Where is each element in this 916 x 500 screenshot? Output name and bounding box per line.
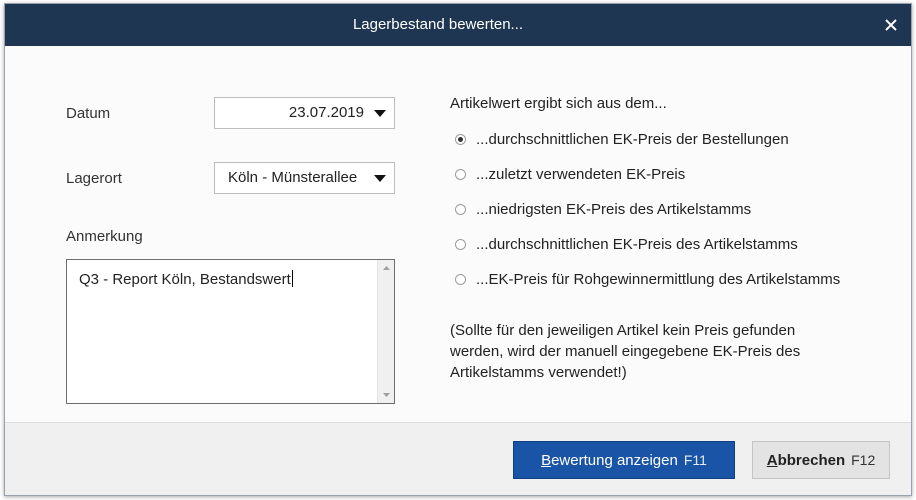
lagerort-label: Lagerort (66, 170, 122, 187)
scroll-up-icon (382, 266, 390, 270)
radio-option-label: ...zuletzt verwendeten EK-Preis (476, 165, 686, 183)
options-heading: Artikelwert ergibt sich aus dem... (450, 95, 667, 112)
caret-down-icon (374, 109, 386, 117)
scroll-up-button[interactable] (378, 260, 394, 276)
shortcut-key: F12 (851, 452, 876, 468)
memo-scrollbar[interactable] (377, 260, 394, 403)
dialog-title: Lagerbestand bewerten... (352, 16, 524, 33)
radio-button[interactable] (455, 168, 466, 180)
datum-dropdown[interactable]: 23.07.2019 (214, 97, 395, 129)
radio-option-2[interactable]: ...zuletzt verwendeten EK-Preis (455, 163, 685, 185)
dialog: Lagerbestand bewerten... Datum 23.07.201… (4, 3, 912, 496)
datum-dropdown-arrow[interactable] (366, 98, 394, 128)
lagerort-value: Köln - Münsterallee (228, 169, 358, 186)
title-bar: Lagerbestand bewerten... (5, 4, 911, 46)
mnemonic-letter: A (766, 451, 778, 469)
button-label: ewertung anzeigen (551, 451, 678, 469)
lagerort-dropdown[interactable]: Köln - Münsterallee (214, 162, 395, 194)
radio-button[interactable] (455, 238, 466, 250)
text-caret (291, 270, 293, 287)
radio-option-label: ...durchschnittlichen EK-Preis der Beste… (476, 130, 789, 148)
close-icon (885, 19, 897, 31)
radio-button[interactable] (455, 273, 466, 285)
radio-option-1[interactable]: ...durchschnittlichen EK-Preis der Beste… (455, 128, 789, 150)
radio-button[interactable] (455, 203, 466, 215)
dialog-footer: Bewertung anzeigen F11 Abbrechen F12 (5, 422, 911, 495)
abbrechen-button[interactable]: Abbrechen F12 (752, 441, 890, 479)
radio-button-checked[interactable] (455, 133, 466, 145)
anmerkung-label: Anmerkung (66, 228, 143, 245)
button-label: bbrechen (777, 451, 846, 469)
lagerort-dropdown-arrow[interactable] (366, 163, 394, 193)
scroll-down-icon (382, 393, 390, 397)
anmerkung-text: Q3 - Report Köln, Bestandswert (79, 270, 293, 288)
radio-option-3[interactable]: ...niedrigsten EK-Preis des Artikelstamm… (455, 198, 751, 220)
mnemonic-letter: B (541, 451, 552, 469)
close-button[interactable] (871, 4, 911, 46)
scroll-down-button[interactable] (378, 387, 394, 403)
bewertung-anzeigen-button[interactable]: Bewertung anzeigen F11 (513, 441, 735, 479)
radio-option-5[interactable]: ...EK-Preis für Rohgewinnermittlung des … (455, 268, 840, 290)
caret-down-icon (374, 174, 386, 182)
datum-value: 23.07.2019 (288, 104, 364, 121)
anmerkung-value: Q3 - Report Köln, Bestandswert (79, 271, 291, 288)
radio-option-4[interactable]: ...durchschnittlichen EK-Preis des Artik… (455, 233, 798, 255)
radio-option-label: ...EK-Preis für Rohgewinnermittlung des … (476, 270, 841, 288)
radio-option-label: ...niedrigsten EK-Preis des Artikelstamm… (476, 200, 752, 218)
anmerkung-textarea[interactable]: Q3 - Report Köln, Bestandswert (66, 259, 395, 404)
shortcut-key: F11 (683, 452, 707, 468)
datum-label: Datum (66, 105, 111, 122)
button-caption: Bewertung anzeigen (541, 452, 678, 469)
info-note: (Sollte für den jeweiligen Artikel kein … (450, 322, 801, 381)
radio-option-label: ...durchschnittlichen EK-Preis des Artik… (476, 235, 798, 253)
button-caption: Abbrechen (767, 452, 845, 469)
